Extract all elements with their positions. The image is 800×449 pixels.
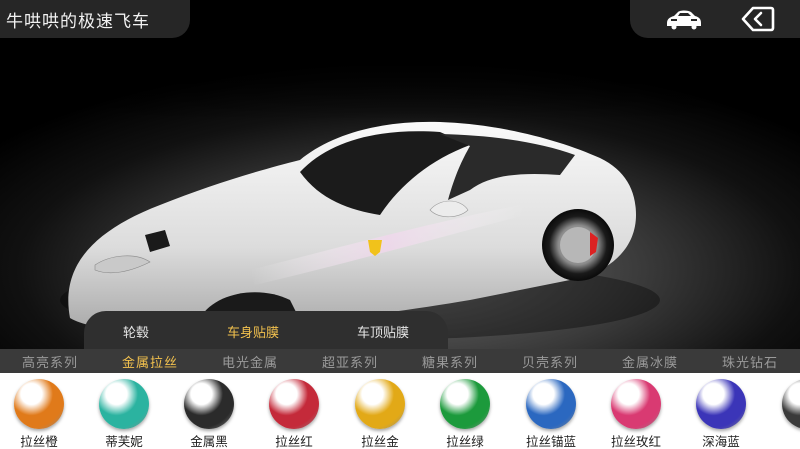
swatch-label: 拉丝金	[361, 434, 399, 449]
garage-button[interactable]	[664, 6, 704, 32]
series-tab-candy[interactable]: 糖果系列	[400, 352, 500, 371]
color-ball	[611, 379, 661, 429]
color-ball	[696, 379, 746, 429]
color-ball	[14, 379, 64, 429]
swatch-label: 拉丝锚蓝	[525, 434, 576, 449]
series-tab-electro-metal[interactable]: 电光金属	[200, 352, 300, 371]
swatch-label: 深海蓝	[702, 434, 740, 449]
color-ball	[782, 379, 800, 429]
swatch-item[interactable]: 拉丝玫红	[597, 373, 683, 449]
series-tab-gloss[interactable]: 高亮系列	[0, 352, 100, 371]
swatch-item[interactable]: 拉丝橙	[0, 373, 86, 449]
color-ball	[440, 379, 490, 429]
swatch-label: 拉丝绿	[446, 434, 484, 449]
car-viewport[interactable]: 牛哄哄的极速飞车 轮毂 车身贴膜 车顶贴膜 高亮系列 金属拉丝 电光金属 超亚系…	[0, 0, 800, 449]
series-tab-super-matte[interactable]: 超亚系列	[300, 352, 400, 371]
series-tab-shell[interactable]: 贝壳系列	[500, 352, 600, 371]
app-title: 牛哄哄的极速飞车	[6, 11, 150, 32]
swatch-label: 拉丝红	[275, 434, 313, 449]
title-panel: 牛哄哄的极速飞车	[0, 0, 190, 38]
car-garage-icon	[667, 10, 701, 30]
swatch-item[interactable]: 拉丝红	[255, 373, 341, 449]
swatch-label: 蒂芙妮	[105, 434, 143, 449]
swatch-item[interactable]: 拉丝绿	[426, 373, 512, 449]
swatch-item[interactable]: 拉丝金	[341, 373, 427, 449]
color-ball	[184, 379, 234, 429]
color-swatch-strip[interactable]: 拉丝橙 蒂芙妮 金属黑 拉丝红 拉丝金 拉丝绿 拉丝锚蓝 拉丝玫红 深海蓝	[0, 373, 800, 449]
swatch-item[interactable]: 金属黑	[170, 373, 256, 449]
series-tab-bar: 高亮系列 金属拉丝 电光金属 超亚系列 糖果系列 贝壳系列 金属冰膜 珠光钻石	[0, 349, 800, 373]
swatch-label: 金属黑	[190, 434, 228, 449]
back-button[interactable]	[738, 6, 778, 32]
tab-roof-wrap[interactable]: 车顶贴膜	[357, 322, 409, 341]
series-tab-pearl-diamond[interactable]: 珠光钻石	[700, 352, 800, 371]
swatch-item[interactable]: 蒂芙妮	[85, 373, 171, 449]
swatch-label: 拉丝玫红	[610, 434, 661, 449]
series-tab-brushed-metal[interactable]: 金属拉丝	[100, 352, 200, 371]
swatch-item[interactable]: 拉丝锚蓝	[512, 373, 598, 449]
swatch-item[interactable]: 深海蓝	[682, 373, 768, 449]
tab-body-wrap[interactable]: 车身贴膜	[227, 322, 279, 341]
color-ball	[99, 379, 149, 429]
top-toolbar	[630, 0, 800, 38]
color-ball	[526, 379, 576, 429]
tab-wheels[interactable]: 轮毂	[123, 322, 149, 341]
color-ball	[269, 379, 319, 429]
series-tab-metal-ice[interactable]: 金属冰膜	[600, 352, 700, 371]
wrap-category-tabs: 轮毂 车身贴膜 车顶贴膜	[84, 311, 448, 352]
swatch-label: 金	[768, 431, 800, 449]
swatch-label: 拉丝橙	[20, 434, 58, 449]
color-ball	[355, 379, 405, 429]
back-arrow-icon	[741, 6, 775, 32]
swatch-item[interactable]: 金	[768, 373, 800, 449]
